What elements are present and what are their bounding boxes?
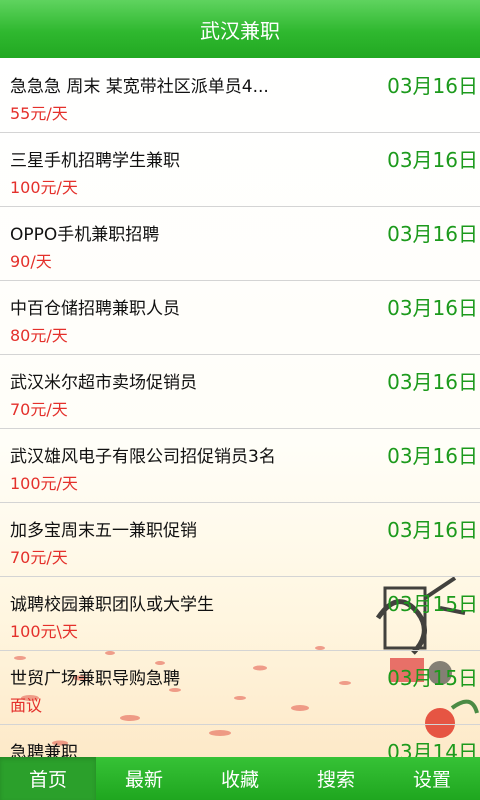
job-pay: 面议 <box>10 696 43 715</box>
tab-latest[interactable]: 最新 <box>96 757 192 800</box>
list-item[interactable]: 武汉米尔超市卖场促销员 70元/天 03月16日 <box>0 354 480 429</box>
list-item[interactable]: 急急急 周末 某宽带社区派单员4... 55元/天 03月16日 <box>0 58 480 133</box>
job-date: 03月16日 <box>387 148 478 172</box>
job-pay: 100元/天 <box>10 474 78 493</box>
job-date: 03月16日 <box>387 370 478 394</box>
job-title: 诚聘校园兼职团队或大学生 <box>10 595 214 615</box>
job-date: 03月15日 <box>387 666 478 690</box>
tab-search[interactable]: 搜索 <box>288 757 384 800</box>
job-title: 武汉雄风电子有限公司招促销员3名 <box>10 447 276 467</box>
list-item[interactable]: 中百仓储招聘兼职人员 80元/天 03月16日 <box>0 280 480 355</box>
job-title: 中百仓储招聘兼职人员 <box>10 299 180 319</box>
list-item[interactable]: OPPO手机兼职招聘 90/天 03月16日 <box>0 206 480 281</box>
job-pay: 55元/天 <box>10 104 68 123</box>
job-date: 03月16日 <box>387 74 478 98</box>
job-date: 03月16日 <box>387 444 478 468</box>
job-title: 急急急 周末 某宽带社区派单员4... <box>10 77 269 97</box>
job-list[interactable]: 急急急 周末 某宽带社区派单员4... 55元/天 03月16日 三星手机招聘学… <box>0 58 480 757</box>
job-title: 武汉米尔超市卖场促销员 <box>10 373 197 393</box>
list-item[interactable]: 世贸广场兼职导购急聘 面议 03月15日 <box>0 650 480 725</box>
bottom-tab-bar: 首页 最新 收藏 搜索 设置 <box>0 757 480 800</box>
job-pay: 90/天 <box>10 252 52 271</box>
job-date: 03月16日 <box>387 296 478 320</box>
title-bar: 武汉兼职 <box>0 0 480 59</box>
job-title: OPPO手机兼职招聘 <box>10 225 160 245</box>
tab-home[interactable]: 首页 <box>0 757 96 800</box>
job-date: 03月14日 <box>387 740 478 757</box>
list-item[interactable]: 武汉雄风电子有限公司招促销员3名 100元/天 03月16日 <box>0 428 480 503</box>
tab-favorites[interactable]: 收藏 <box>192 757 288 800</box>
page-title: 武汉兼职 <box>200 18 280 43</box>
job-pay: 100元/天 <box>10 178 78 197</box>
job-date: 03月16日 <box>387 518 478 542</box>
job-pay: 70元/天 <box>10 400 68 419</box>
list-item[interactable]: 加多宝周末五一兼职促销 70元/天 03月16日 <box>0 502 480 577</box>
job-title: 急聘兼职 <box>10 743 78 757</box>
job-date: 03月15日 <box>387 592 478 616</box>
job-date: 03月16日 <box>387 222 478 246</box>
job-pay: 70元/天 <box>10 548 68 567</box>
job-pay: 100元\天 <box>10 622 78 641</box>
job-title: 三星手机招聘学生兼职 <box>10 151 180 171</box>
list-item[interactable]: 三星手机招聘学生兼职 100元/天 03月16日 <box>0 132 480 207</box>
list-item[interactable]: 急聘兼职 03月14日 <box>0 724 480 757</box>
tab-settings[interactable]: 设置 <box>384 757 480 800</box>
job-title: 世贸广场兼职导购急聘 <box>10 669 180 689</box>
list-item[interactable]: 诚聘校园兼职团队或大学生 100元\天 03月15日 <box>0 576 480 651</box>
job-title: 加多宝周末五一兼职促销 <box>10 521 197 541</box>
job-pay: 80元/天 <box>10 326 68 345</box>
